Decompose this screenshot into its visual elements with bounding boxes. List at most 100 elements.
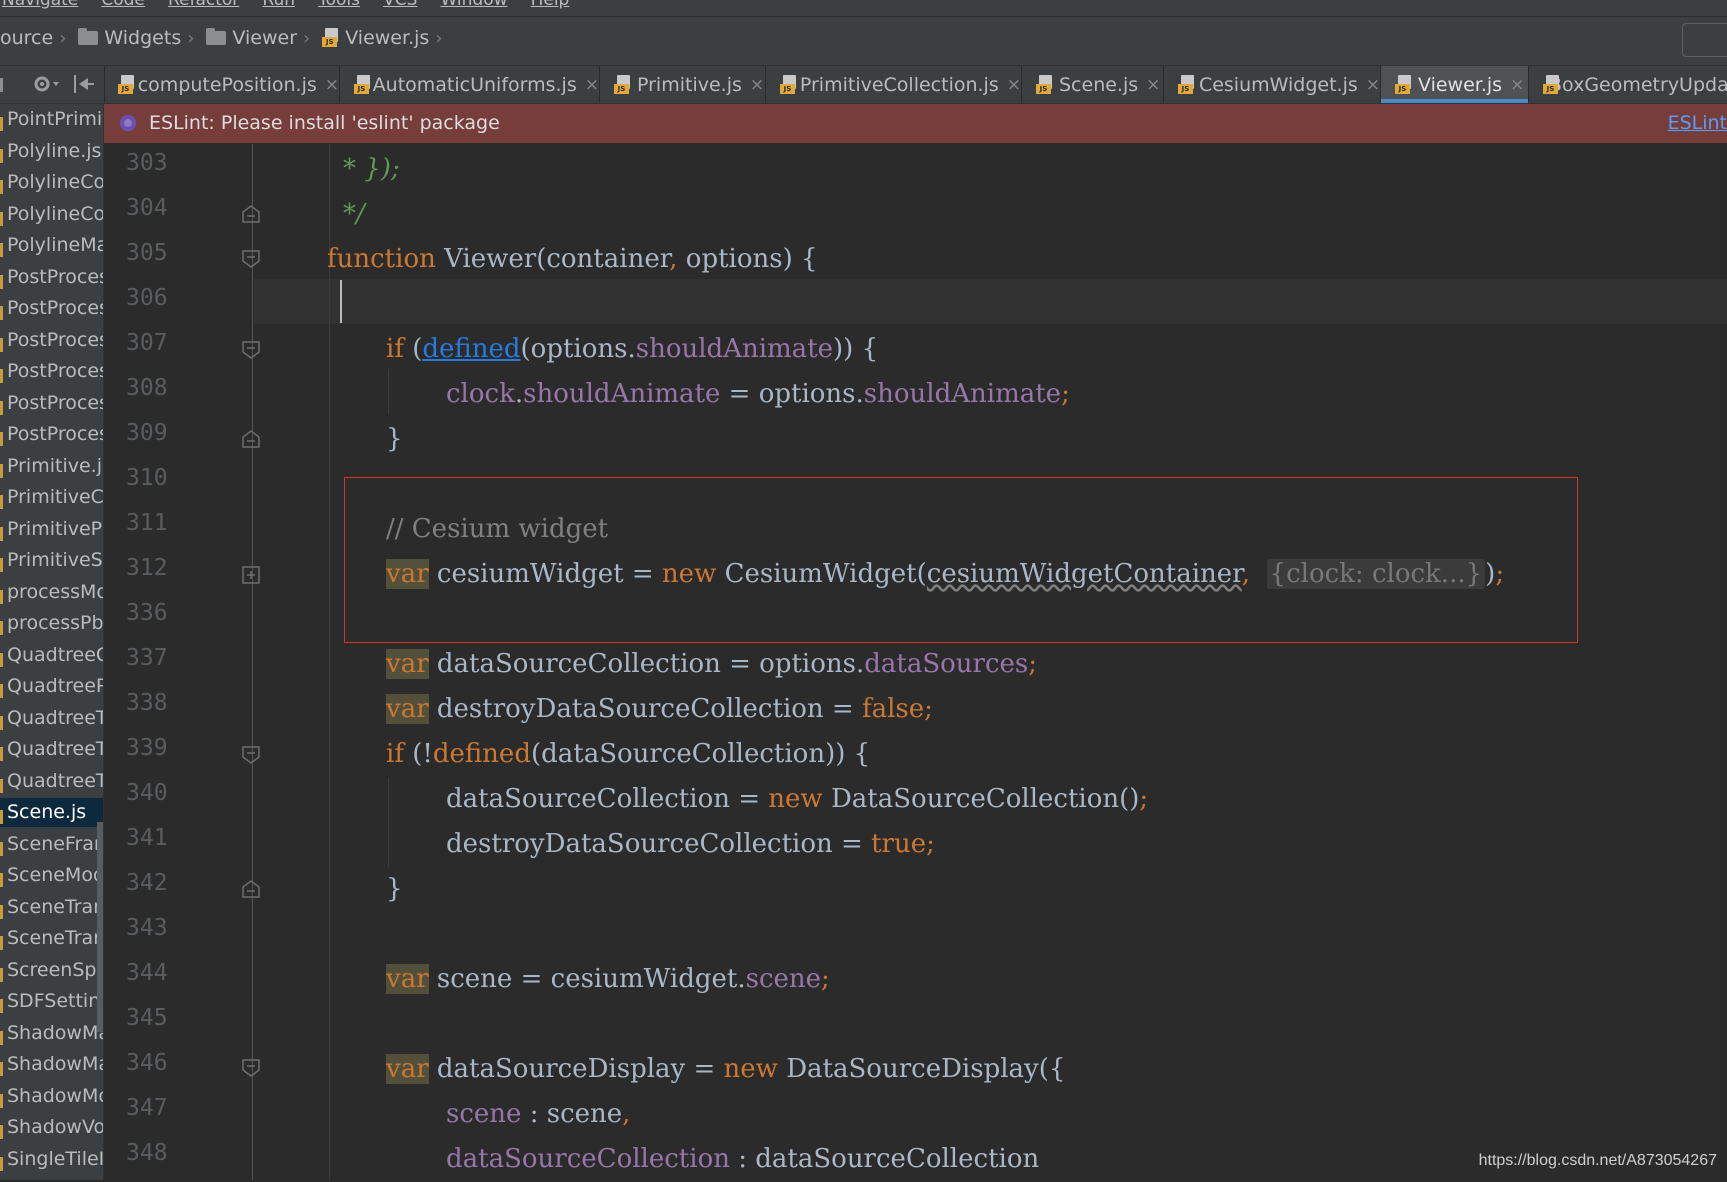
code-line-347[interactable]: scene : scene, <box>446 1092 630 1137</box>
js-file-icon: JS <box>322 28 339 48</box>
tab-primitive[interactable]: JS Primitive.js × <box>600 66 766 103</box>
chevron-right-icon: › <box>435 27 443 49</box>
sidebar-file-item[interactable]: PostProces <box>0 389 103 418</box>
close-icon[interactable]: × <box>325 75 339 95</box>
fold-start-icon[interactable] <box>241 340 261 360</box>
close-icon[interactable]: × <box>1007 75 1021 95</box>
sidebar-file-item[interactable]: SceneMode <box>0 861 103 890</box>
code-line-341[interactable]: destroyDataSourceCollection = true; <box>446 822 935 867</box>
sidebar-file-item[interactable]: ShadowMo <box>0 1082 103 1111</box>
code-line-303[interactable]: * }); <box>343 147 400 192</box>
sidebar-file-item[interactable]: PolylineMa <box>0 231 103 260</box>
sidebar-file-item[interactable]: PostProces <box>0 326 103 355</box>
sidebar-file-item[interactable]: ScreenSpac <box>0 956 103 985</box>
tab-box-geometry-updater[interactable]: JS BoxGeometryUpda <box>1529 66 1727 103</box>
code-line-307[interactable]: if (defined(options.shouldAnimate)) { <box>386 327 878 372</box>
close-icon[interactable]: × <box>750 75 764 95</box>
fold-end-icon[interactable] <box>241 429 261 449</box>
code-line-340[interactable]: dataSourceCollection = new DataSourceCol… <box>446 777 1148 822</box>
sidebar-file-item[interactable]: SDFSetting <box>0 987 103 1016</box>
line-number: 307 <box>126 330 168 356</box>
sidebar-file-item[interactable]: QuadtreeTi <box>0 767 103 796</box>
code-line-342[interactable]: } <box>386 867 403 912</box>
fold-expand-icon[interactable] <box>241 565 261 585</box>
line-number: 338 <box>126 690 168 716</box>
fold-start-icon[interactable] <box>241 249 261 269</box>
breadcrumb-source[interactable]: ource <box>0 27 53 49</box>
code-line-339[interactable]: if (!defined(dataSourceCollection)) { <box>386 732 870 777</box>
tab-scene[interactable]: JS Scene.js × <box>1022 66 1164 103</box>
menu-tools[interactable]: Tools <box>318 0 360 10</box>
sidebar-file-item[interactable]: ShadowMa <box>0 1050 103 1079</box>
tab-viewer[interactable]: JS Viewer.js × <box>1381 66 1529 103</box>
sidebar-file-item[interactable]: SceneFram <box>0 830 103 859</box>
tab-automatic-uniforms[interactable]: JS AutomaticUniforms.js × <box>340 66 600 103</box>
breadcrumb-widgets[interactable]: Widgets <box>104 27 181 49</box>
code-line-309[interactable]: } <box>386 417 403 462</box>
code-line-338[interactable]: var destroyDataSourceCollection = false; <box>386 687 933 732</box>
code-line-304[interactable]: */ <box>343 192 365 237</box>
sidebar-file-item[interactable]: SceneTrans <box>0 893 103 922</box>
menu-code[interactable]: Code <box>101 0 145 10</box>
sidebar-file-item[interactable]: PostProces <box>0 420 103 449</box>
sidebar-file-item[interactable]: PostProces <box>0 357 103 386</box>
watermark: https://blog.csdn.net/A873054267 <box>1478 1152 1717 1169</box>
sidebar-file-item[interactable]: processPbr <box>0 609 103 638</box>
sidebar-file-item[interactable]: PointPrimit <box>0 105 103 134</box>
chevron-right-icon: › <box>187 27 195 49</box>
sidebar-file-item[interactable]: PolylineCol <box>0 200 103 229</box>
sidebar-file-item[interactable]: Polyline.js <box>0 137 103 166</box>
sidebar-file-item[interactable]: PrimitiveSt <box>0 546 103 575</box>
sidebar-file-item[interactable]: ShadowVol <box>0 1113 103 1142</box>
breadcrumb-viewer-js[interactable]: Viewer.js <box>345 27 429 49</box>
menu-window[interactable]: Window <box>440 0 507 10</box>
fold-start-icon[interactable] <box>241 1058 261 1078</box>
code-line-344[interactable]: var scene = cesiumWidget.scene; <box>386 957 830 1002</box>
tab-cesium-widget[interactable]: JS CesiumWidget.js × <box>1164 66 1381 103</box>
sidebar-file-item[interactable]: Primitive.js <box>0 452 103 481</box>
gear-icon[interactable] <box>0 66 104 103</box>
code-line-337[interactable]: var dataSourceCollection = options.dataS… <box>386 642 1037 687</box>
code-line-346[interactable]: var dataSourceDisplay = new DataSourceDi… <box>386 1047 1065 1092</box>
run-config-button[interactable] <box>1682 23 1727 57</box>
fold-end-icon[interactable] <box>241 204 261 224</box>
close-icon[interactable]: × <box>1510 75 1524 95</box>
code-line-305[interactable]: function Viewer(container, options) { <box>327 237 818 282</box>
sidebar-file-item[interactable]: QuadtreeP <box>0 672 103 701</box>
menu-run[interactable]: Run <box>262 0 295 10</box>
fold-end-icon[interactable] <box>241 879 261 899</box>
menu-navigate[interactable]: Navigate <box>2 0 78 10</box>
code-line-348[interactable]: dataSourceCollection : dataSourceCollect… <box>446 1137 1039 1182</box>
close-icon[interactable]: × <box>1366 75 1380 95</box>
line-number: 311 <box>126 510 168 536</box>
sidebar-file-item[interactable]: PrimitivePi <box>0 515 103 544</box>
eslint-settings-link[interactable]: ESLint <box>1668 112 1727 134</box>
tab-compute-position[interactable]: JS computePosition.js × <box>104 66 340 103</box>
sidebar-file-item[interactable]: QuadtreeO <box>0 641 103 670</box>
fold-start-icon[interactable] <box>241 745 261 765</box>
sidebar-file-item[interactable]: QuadtreeTi <box>0 735 103 764</box>
close-icon[interactable]: × <box>585 75 599 95</box>
sidebar-file-item[interactable]: processMo <box>0 578 103 607</box>
tab-primitive-collection[interactable]: JS PrimitiveCollection.js × <box>766 66 1022 103</box>
sidebar-file-item[interactable]: Scene.js <box>0 798 103 827</box>
sidebar-file-item[interactable]: ShadowMa <box>0 1019 103 1048</box>
menu-refactor[interactable]: Refactor <box>168 0 239 10</box>
menu-vcs[interactable]: VCS <box>383 0 417 10</box>
menu-help[interactable]: Help <box>531 0 570 10</box>
sidebar-file-item[interactable]: PolylineCol <box>0 168 103 197</box>
sidebar-file-item[interactable]: SingleTileIr <box>0 1145 103 1174</box>
sidebar-scrollbar[interactable] <box>97 822 103 1032</box>
sidebar-file-item[interactable]: SceneTrans <box>0 924 103 953</box>
js-file-icon: JS <box>614 74 631 95</box>
close-icon[interactable]: × <box>1146 75 1160 95</box>
sidebar-file-item[interactable]: PrimitiveCo <box>0 483 103 512</box>
line-number: 339 <box>126 735 168 761</box>
line-number: 346 <box>126 1050 168 1076</box>
code-line-308[interactable]: clock.shouldAnimate = options.shouldAnim… <box>446 372 1070 417</box>
sidebar-file-item[interactable]: PostProces <box>0 294 103 323</box>
sidebar-file-item[interactable]: PostProces <box>0 263 103 292</box>
line-number: 306 <box>126 285 168 311</box>
sidebar-file-item[interactable]: QuadtreeTi <box>0 704 103 733</box>
breadcrumb-viewer[interactable]: Viewer <box>232 27 297 49</box>
